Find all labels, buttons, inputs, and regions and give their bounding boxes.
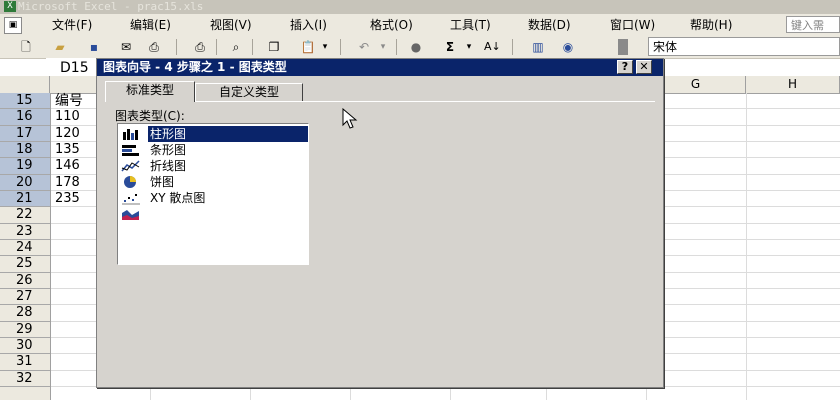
chart-type-line[interactable]: 折线图 bbox=[120, 158, 306, 174]
chart-type-column[interactable]: 柱形图 bbox=[120, 126, 308, 142]
row-header[interactable]: 25 bbox=[0, 256, 50, 273]
open-icon[interactable]: ▰ bbox=[52, 39, 68, 55]
help-search-input[interactable]: 键入需 bbox=[786, 16, 840, 33]
standard-toolbar: 🗋 ▰ ▪ ✉ ⎙ ⎙ ⌕ ❐ 📋 ▾ ↶ ▾ ● Σ ▾ A↓ ▥ ◉ 宋体 bbox=[0, 36, 840, 59]
row-header[interactable]: 30 bbox=[0, 338, 50, 355]
chart-type-label: 折线图 bbox=[150, 159, 187, 173]
toolbar-options-icon[interactable] bbox=[618, 39, 628, 55]
line-chart-icon bbox=[121, 160, 140, 172]
print-preview-icon[interactable]: ⎙ bbox=[192, 39, 208, 55]
column-chart-icon bbox=[123, 129, 138, 140]
area-chart-icon bbox=[122, 210, 139, 220]
excel-app-icon: X bbox=[4, 1, 16, 12]
undo-icon[interactable]: ↶ bbox=[356, 39, 372, 55]
paste-dropdown-icon[interactable]: ▾ bbox=[320, 39, 330, 55]
menu-window[interactable]: 窗口(W) bbox=[610, 17, 655, 33]
toolbar-separator bbox=[216, 39, 217, 55]
print-icon[interactable]: ⎙ bbox=[146, 39, 162, 55]
bar-chart-icon bbox=[122, 145, 139, 156]
name-box[interactable]: D15 bbox=[46, 58, 98, 78]
row-header[interactable]: 28 bbox=[0, 305, 50, 322]
menu-help[interactable]: 帮助(H) bbox=[690, 17, 732, 33]
chart-type-label: 柱形图 bbox=[148, 126, 308, 142]
tab-custom-types[interactable]: 自定义类型 bbox=[195, 83, 303, 102]
window-title: Microsoft Excel - prac15.xls bbox=[18, 0, 204, 13]
scatter-chart-icon bbox=[122, 194, 140, 205]
copy-icon[interactable]: ❐ bbox=[266, 39, 282, 55]
column-header-h[interactable]: H bbox=[746, 76, 840, 93]
row-header[interactable]: 16 bbox=[0, 109, 50, 126]
row-header[interactable]: 21 bbox=[0, 191, 50, 208]
row-header[interactable]: 24 bbox=[0, 240, 50, 257]
menu-insert[interactable]: 插入(I) bbox=[290, 17, 327, 33]
chart-type-label bbox=[148, 206, 152, 222]
font-name-field[interactable]: 宋体 bbox=[648, 37, 840, 56]
chart-types-label: 图表类型(C): bbox=[115, 109, 185, 123]
cell-d20[interactable]: 178 bbox=[51, 175, 98, 191]
hyperlink-icon[interactable]: ● bbox=[408, 39, 424, 55]
chart-wizard-dialog: 图表向导 - 4 步骤之 1 - 图表类型 ? ✕ 标准类型 自定义类型 图表类… bbox=[96, 58, 664, 388]
new-icon[interactable]: 🗋 bbox=[18, 39, 34, 55]
row-header[interactable]: 22 bbox=[0, 207, 50, 224]
autosum-icon[interactable]: Σ bbox=[442, 39, 458, 55]
cell-d19[interactable]: 146 bbox=[51, 158, 98, 174]
row-header[interactable]: 23 bbox=[0, 224, 50, 240]
row-header[interactable]: 18 bbox=[0, 142, 50, 159]
mouse-cursor-icon bbox=[342, 108, 358, 129]
chart-type-bar[interactable]: 条形图 bbox=[120, 142, 306, 158]
chart-wizard-icon[interactable]: ▥ bbox=[530, 39, 546, 55]
chart-type-xy-scatter[interactable]: XY 散点图 bbox=[120, 190, 306, 206]
pie-chart-icon bbox=[124, 176, 136, 188]
row-header[interactable]: 29 bbox=[0, 322, 50, 338]
row-header[interactable]: 32 bbox=[0, 371, 50, 387]
chart-type-listbox[interactable]: 柱形图 条形图 折线图 饼图 XY 散点图 bbox=[117, 123, 309, 265]
chart-type-label: 饼图 bbox=[150, 175, 175, 189]
toolbar-separator bbox=[340, 39, 341, 55]
menu-bar: ▣ 文件(F) 编辑(E) 视图(V) 插入(I) 格式(O) 工具(T) 数据… bbox=[0, 14, 840, 36]
row-header[interactable]: 27 bbox=[0, 289, 50, 306]
row-header-column: 15 16 17 18 19 20 21 22 23 24 25 26 27 2… bbox=[0, 93, 51, 400]
save-icon[interactable]: ▪ bbox=[86, 39, 102, 55]
help-icon[interactable]: ◉ bbox=[560, 39, 576, 55]
workbook-control-icon[interactable]: ▣ bbox=[4, 17, 22, 34]
cell-d17[interactable]: 120 bbox=[51, 126, 98, 142]
permission-icon[interactable]: ✉ bbox=[118, 39, 134, 55]
cell-d15[interactable]: 编号 bbox=[51, 93, 98, 109]
dialog-title: 图表向导 - 4 步骤之 1 - 图表类型 bbox=[97, 59, 663, 76]
tab-standard-types[interactable]: 标准类型 bbox=[105, 81, 195, 102]
window-title-bar: X Microsoft Excel - prac15.xls bbox=[0, 0, 840, 14]
menu-format[interactable]: 格式(O) bbox=[370, 17, 413, 33]
menu-view[interactable]: 视图(V) bbox=[210, 17, 252, 33]
chart-type-pie[interactable]: 饼图 bbox=[120, 174, 306, 190]
menu-tools[interactable]: 工具(T) bbox=[450, 17, 491, 33]
toolbar-separator bbox=[176, 39, 177, 55]
row-header[interactable]: 17 bbox=[0, 125, 50, 142]
menu-data[interactable]: 数据(D) bbox=[528, 17, 571, 33]
row-header[interactable]: 31 bbox=[0, 354, 50, 371]
menu-file[interactable]: 文件(F) bbox=[52, 17, 92, 33]
dialog-close-button[interactable]: ✕ bbox=[636, 60, 652, 74]
menu-edit[interactable]: 编辑(E) bbox=[130, 17, 171, 33]
row-header[interactable]: 26 bbox=[0, 273, 50, 289]
toolbar-separator bbox=[396, 39, 397, 55]
cell-d18[interactable]: 135 bbox=[51, 142, 98, 158]
select-all-corner[interactable] bbox=[0, 76, 50, 93]
sort-ascending-icon[interactable]: A↓ bbox=[484, 39, 501, 55]
autosum-dropdown-icon[interactable]: ▾ bbox=[464, 39, 474, 55]
cell-d21[interactable]: 235 bbox=[51, 191, 98, 207]
chart-type-label: 条形图 bbox=[150, 143, 187, 157]
paste-icon[interactable]: 📋 bbox=[300, 39, 316, 55]
undo-dropdown-icon[interactable]: ▾ bbox=[378, 39, 388, 55]
cell-d16[interactable]: 110 bbox=[51, 109, 98, 125]
row-header[interactable]: 15 bbox=[0, 93, 50, 110]
row-header[interactable]: 19 bbox=[0, 158, 50, 175]
toolbar-separator bbox=[252, 39, 253, 55]
research-icon[interactable]: ⌕ bbox=[228, 39, 244, 55]
chart-type-area[interactable] bbox=[120, 206, 306, 222]
chart-type-label: XY 散点图 bbox=[150, 191, 206, 205]
dialog-help-button[interactable]: ? bbox=[617, 60, 633, 74]
toolbar-separator bbox=[512, 39, 513, 55]
row-header[interactable]: 20 bbox=[0, 174, 50, 191]
